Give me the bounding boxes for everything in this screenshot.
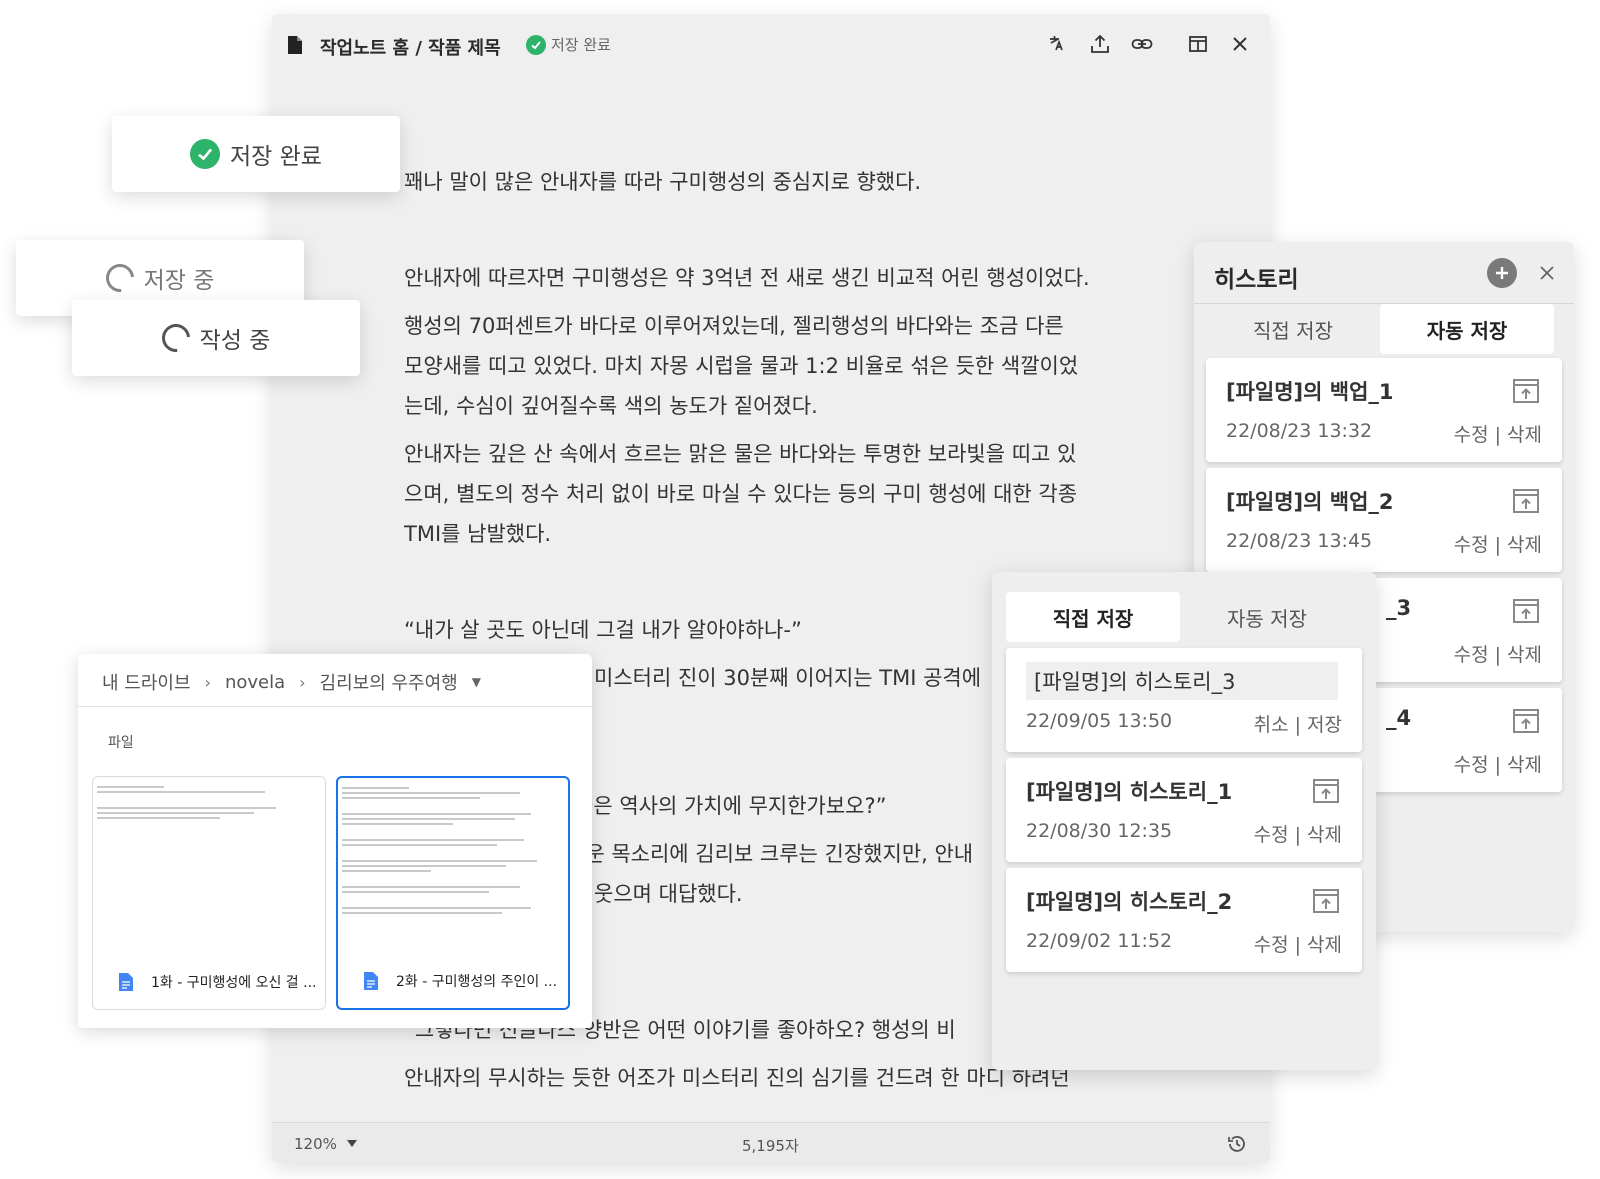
close-icon[interactable] — [1536, 262, 1558, 284]
check-circle-icon — [526, 34, 546, 55]
paragraph: 행성의 70퍼센트가 바다로 이루어져있는데, 젤리행성의 바다와는 조금 다른 — [404, 314, 1064, 338]
file-preview — [338, 778, 568, 952]
drive-picker: 내 드라이브 › novela › 김리보의 우주여행 ▼ 파일 1화 - 구미… — [78, 654, 592, 1028]
breadcrumb-item[interactable]: 김리보의 우주여행 — [320, 669, 458, 695]
link-icon[interactable] — [1128, 30, 1156, 58]
caret-down-icon[interactable]: ▼ — [472, 675, 481, 689]
history-card-date: 22/08/23 13:45 — [1226, 530, 1373, 552]
history-card[interactable]: [파일명]의 히스토리_2 22/09/02 11:52 수정 | 삭제 — [1006, 868, 1362, 972]
caret-down-icon — [346, 1140, 357, 1147]
restore-upload-icon[interactable] — [1512, 708, 1540, 734]
history-title-input[interactable] — [1026, 662, 1338, 700]
paragraph: 으며, 별도의 정수 처리 없이 바로 마실 수 있다는 등의 구미 행성에 대… — [404, 482, 1078, 506]
zoom-value: 120% — [294, 1135, 337, 1153]
save-status-text: 저장 완료 — [551, 36, 611, 54]
toast-save-complete: 저장 완료 — [112, 116, 400, 192]
zoom-select[interactable]: 120% — [294, 1135, 357, 1153]
toast-writing: 작성 중 — [72, 300, 360, 376]
tab-auto-save[interactable]: 자동 저장 — [1380, 304, 1554, 354]
file-card-selected[interactable]: 2화 - 구미행성의 주인이 ... — [336, 776, 570, 1010]
history-card-editing: 22/09/05 13:50 취소 | 저장 — [1006, 648, 1362, 752]
history-icon[interactable] — [1226, 1133, 1248, 1155]
check-circle-icon — [190, 139, 221, 169]
history-tabs: 직접 저장 자동 저장 — [1206, 304, 1554, 354]
history-card-title: [파일명]의 히스토리_1 — [1026, 780, 1233, 804]
spellcheck-icon[interactable] — [1044, 30, 1072, 58]
history-card-date: 22/09/02 11:52 — [1026, 930, 1173, 952]
save-status: 저장 완료 — [526, 34, 611, 55]
history-card[interactable]: [파일명]의 백업_2 22/08/23 13:45 수정 | 삭제 — [1206, 468, 1562, 572]
history-card-date: 22/08/30 12:35 — [1026, 820, 1173, 842]
breadcrumb-item[interactable]: 내 드라이브 — [102, 669, 191, 695]
split-view-icon[interactable] — [1184, 30, 1212, 58]
paragraph: 는데, 수심이 깊어질수록 색의 농도가 짙어졌다. — [404, 394, 818, 418]
paragraph: 꽤나 말이 많은 안내자를 따라 구미행성의 중심지로 향했다. — [404, 170, 922, 194]
history-card-title: [파일명]의 히스토리_2 — [1026, 890, 1233, 914]
edit-delete-actions[interactable]: 수정 | 삭제 — [1454, 420, 1542, 447]
char-count: 5,195자 — [742, 1137, 799, 1155]
spinner-icon — [155, 318, 196, 358]
document-title[interactable]: 작업노트 홈 / 작품 제목 — [320, 34, 501, 60]
divider — [78, 706, 592, 707]
toast-text: 저장 완료 — [230, 144, 322, 170]
spinner-icon — [99, 258, 140, 298]
file-footer: 1화 - 구미행성에 오신 걸 ... — [93, 955, 325, 1009]
file-card[interactable]: 1화 - 구미행성에 오신 걸 ... — [92, 776, 326, 1010]
restore-upload-icon[interactable] — [1312, 778, 1340, 804]
history-card-title: _3 — [1386, 596, 1412, 620]
document-icon — [288, 36, 302, 54]
history-panel-manual: 직접 저장 자동 저장 22/09/05 13:50 취소 | 저장 [파일명]… — [992, 572, 1376, 1070]
close-icon[interactable] — [1226, 30, 1254, 58]
edit-delete-actions[interactable]: 수정 | 삭제 — [1454, 640, 1542, 667]
breadcrumb: 내 드라이브 › novela › 김리보의 우주여행 ▼ — [102, 664, 481, 700]
restore-upload-icon[interactable] — [1312, 888, 1340, 914]
toast-text: 작성 중 — [199, 328, 271, 354]
history-title: 히스토리 — [1214, 267, 1299, 293]
google-docs-icon — [119, 973, 133, 991]
history-tabs: 직접 저장 자동 저장 — [1006, 592, 1354, 642]
restore-upload-icon[interactable] — [1512, 488, 1540, 514]
file-name: 1화 - 구미행성에 오신 걸 ... — [151, 975, 317, 991]
file-footer: 2화 - 구미행성의 주인이 ... — [338, 954, 568, 1008]
history-card-date: 22/08/23 13:32 — [1226, 420, 1373, 442]
editor-footer: 120% 5,195자 — [272, 1122, 1270, 1162]
paragraph: 안내자에 따르자면 구미행성은 약 3억년 전 새로 생긴 비교적 어린 행성이… — [404, 266, 1090, 290]
editor-toolbar — [1044, 30, 1254, 58]
google-docs-icon — [364, 972, 378, 990]
restore-upload-icon[interactable] — [1512, 598, 1540, 624]
add-circle-icon[interactable] — [1487, 258, 1517, 288]
edit-delete-actions[interactable]: 수정 | 삭제 — [1454, 750, 1542, 777]
history-card-title: [파일명]의 백업_1 — [1226, 380, 1394, 404]
file-name: 2화 - 구미행성의 주인이 ... — [396, 974, 558, 990]
tab-manual-save[interactable]: 직접 저장 — [1006, 592, 1180, 642]
export-icon[interactable] — [1086, 30, 1114, 58]
edit-delete-actions[interactable]: 수정 | 삭제 — [1454, 530, 1542, 557]
toast-text: 저장 중 — [143, 268, 215, 294]
editor-header: 작업노트 홈 / 작품 제목 저장 완료 — [272, 14, 1270, 78]
breadcrumb-item[interactable]: novela — [225, 672, 285, 693]
history-card-date: 22/09/05 13:50 — [1026, 710, 1173, 732]
tab-auto-save[interactable]: 자동 저장 — [1180, 592, 1354, 642]
file-preview — [93, 777, 325, 951]
history-card-title: [파일명]의 백업_2 — [1226, 490, 1394, 514]
history-card-title: _4 — [1386, 706, 1412, 730]
edit-delete-actions[interactable]: 수정 | 삭제 — [1254, 820, 1342, 847]
paragraph: 안내자는 깊은 산 속에서 흐르는 맑은 물은 바다와는 투명한 보라빛을 띠고… — [404, 442, 1077, 466]
paragraph: TMI를 남발했다. — [404, 522, 552, 546]
history-card[interactable]: [파일명]의 히스토리_1 22/08/30 12:35 수정 | 삭제 — [1006, 758, 1362, 862]
paragraph: 모양새를 띠고 있었다. 마치 자몽 시럽을 물과 1:2 비율로 섞은 듯한 … — [404, 354, 1079, 378]
chevron-right-icon: › — [204, 672, 211, 692]
section-label: 파일 — [108, 735, 134, 751]
history-card[interactable]: [파일명]의 백업_1 22/08/23 13:32 수정 | 삭제 — [1206, 358, 1562, 462]
paragraph — [404, 202, 1164, 242]
restore-upload-icon[interactable] — [1512, 378, 1540, 404]
tab-manual-save[interactable]: 직접 저장 — [1206, 304, 1380, 354]
cancel-save-actions[interactable]: 취소 | 저장 — [1254, 710, 1342, 737]
edit-delete-actions[interactable]: 수정 | 삭제 — [1254, 930, 1342, 957]
chevron-right-icon: › — [299, 672, 306, 692]
